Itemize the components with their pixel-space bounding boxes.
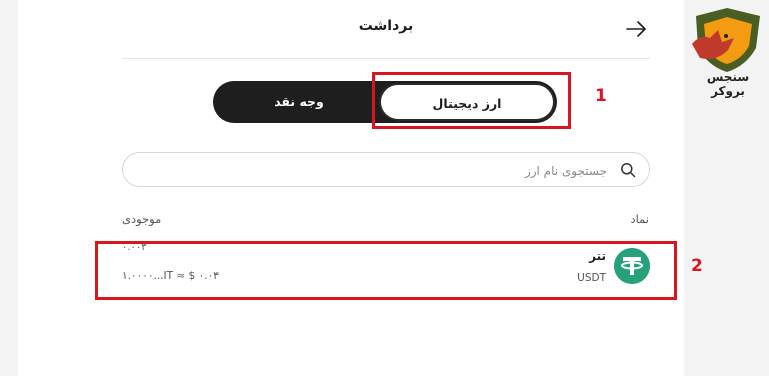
search-icon	[621, 163, 636, 178]
search-box[interactable]	[122, 152, 650, 187]
column-header-balance: موجودی	[122, 212, 162, 226]
arrow-right-icon[interactable]	[624, 18, 648, 40]
search-input[interactable]	[139, 160, 609, 182]
withdraw-panel	[18, 0, 684, 376]
annotation-box-1	[372, 72, 571, 129]
brand-name: سنجس بروکر	[706, 70, 750, 98]
annotation-number-2: 2	[691, 256, 703, 276]
page-title: برداشت	[358, 18, 414, 34]
column-header-symbol: نماد	[630, 212, 649, 226]
header-divider	[122, 58, 650, 59]
annotation-number-1: 1	[595, 86, 607, 106]
tab-cash[interactable]: وجه نقد	[213, 81, 385, 123]
annotation-box-2	[95, 241, 677, 300]
